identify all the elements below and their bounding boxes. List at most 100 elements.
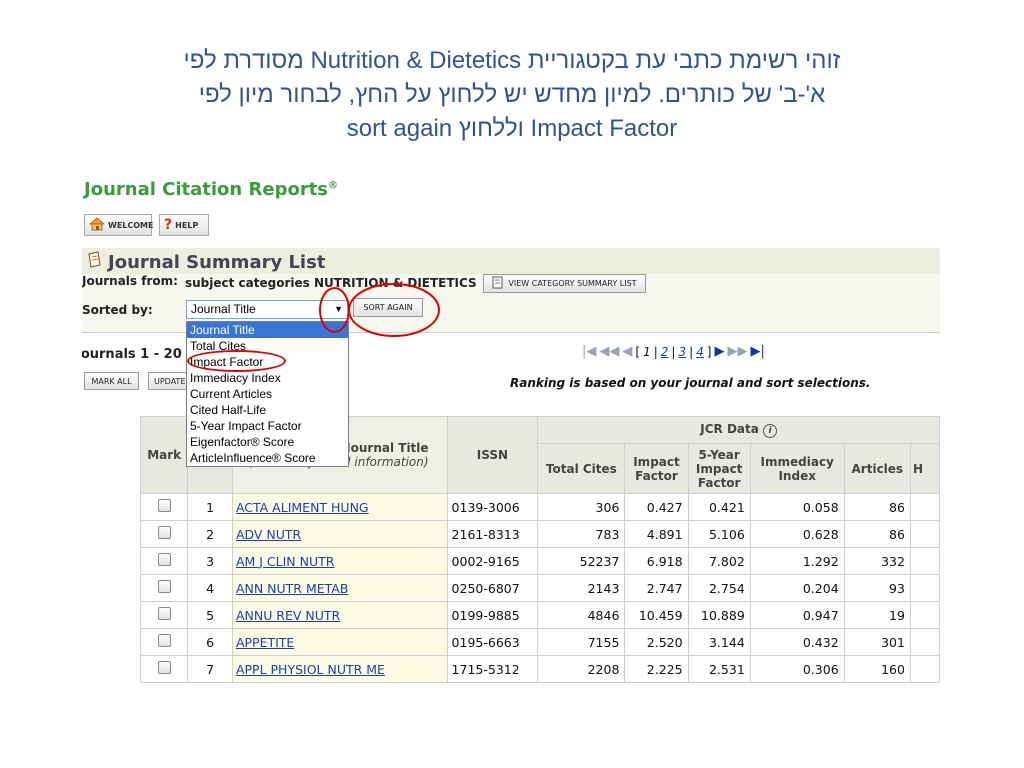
pager-link-3[interactable]: 3	[678, 345, 686, 359]
five-year-impact-factor-cell: 2.754	[687, 574, 751, 602]
jcr-title-text: Journal Citation Reports	[84, 179, 329, 200]
journal-title-link[interactable]: ACTA ALIMENT HUNG	[236, 500, 369, 515]
first-page-icon[interactable]: |◀	[582, 344, 596, 359]
immediacy-index-cell: 1.292	[749, 547, 845, 575]
sort-option[interactable]: Current Articles	[187, 386, 348, 402]
articles-header[interactable]: Articles	[843, 443, 911, 494]
rank-cell: 1	[187, 493, 233, 521]
previous-set-icon[interactable]: ◀◀	[599, 344, 619, 359]
sort-option[interactable]: 5-Year Impact Factor	[187, 418, 348, 434]
immediacy-index-cell: 0.947	[749, 601, 845, 629]
jcr-logo-title: Journal Citation Reports®	[84, 179, 338, 200]
sorted-by-label: Sorted by:	[82, 303, 153, 317]
impact-factor-header[interactable]: Impact Factor	[624, 443, 689, 494]
mark-checkbox[interactable]	[157, 661, 171, 674]
table-row: 7 APPL PHYSIOL NUTR ME 1715-5312 2208 2.225 2…	[139, 655, 940, 683]
mark-cell	[139, 493, 189, 521]
slide-title-line-2: א'-ב' של כותרים. למיון מחדש יש ללחוץ על …	[198, 81, 826, 108]
sort-option[interactable]: ArticleInfluence® Score	[187, 450, 348, 466]
articles-cell: 301	[843, 628, 911, 656]
sort-option[interactable]: Eigenfactor® Score	[187, 434, 348, 450]
pager-link-2[interactable]: 2	[661, 345, 669, 359]
next-page-icon[interactable]: ▶	[714, 344, 724, 359]
table-row: 6 APPETITE 0195-6663 7155 2.520 3.144 0.432 301	[139, 628, 940, 656]
rank-cell: 3	[187, 547, 233, 575]
total-cites-cell: 783	[537, 520, 626, 548]
ranking-note: Ranking is based on your journal and sor…	[510, 376, 871, 390]
mark-cell	[139, 601, 189, 629]
mark-checkbox[interactable]	[157, 607, 171, 620]
table-row: 1 ACTA ALIMENT HUNG 0139-3006 306 0.427 0.421…	[139, 493, 940, 521]
impact-factor-cell: 2.747	[624, 574, 689, 602]
table-row: 3 AM J CLIN NUTR 0002-9165 52237 6.918 7.802 1…	[139, 547, 940, 575]
five-year-impact-factor-cell: 0.421	[687, 493, 751, 521]
immediacy-index-cell: 0.306	[749, 655, 845, 683]
jcr-data-label: JCR Data	[700, 422, 759, 436]
articles-cell: 86	[843, 520, 911, 548]
journal-title-link[interactable]: ANNU REV NUTR	[236, 608, 340, 623]
impact-factor-cell: 10.459	[624, 601, 689, 629]
journal-title-link[interactable]: ADV NUTR	[236, 527, 301, 542]
cited-half-life-cell	[909, 547, 940, 575]
question-icon: ?	[164, 217, 173, 233]
mark-checkbox[interactable]	[157, 553, 171, 566]
slide-title-line-1: זוהי רשימת כתבי עת בקטגוריית Nutrition &…	[183, 47, 841, 74]
impact-factor-cell: 4.891	[624, 520, 689, 548]
immediacy-index-header[interactable]: Immediacy Index	[749, 443, 845, 494]
welcome-label: WELCOME	[108, 220, 154, 230]
five-year-impact-factor-cell: 7.802	[687, 547, 751, 575]
rank-cell: 2	[187, 520, 233, 548]
sort-select-value: Journal Title	[191, 302, 256, 316]
mark-cell	[139, 520, 189, 548]
mark-checkbox[interactable]	[157, 580, 171, 593]
table-row: 4 ANN NUTR METAB 0250-6807 2143 2.747 2.754 0.…	[139, 574, 940, 602]
help-button[interactable]: ? HELP	[159, 214, 209, 236]
summary-title-text: Journal Summary List	[108, 252, 326, 273]
issn-cell: 0250-6807	[446, 574, 539, 602]
previous-page-icon[interactable]: ◀	[622, 344, 632, 359]
cited-half-life-header[interactable]: H	[909, 443, 940, 494]
view-category-summary-button[interactable]: VIEW CATEGORY SUMMARY LIST	[483, 274, 646, 293]
info-icon[interactable]: i	[763, 424, 778, 438]
jcr-screenshot: Journal Citation Reports® WELCOME ? HELP…	[82, 176, 940, 686]
mark-checkbox[interactable]	[157, 526, 171, 539]
total-cites-cell: 306	[537, 493, 626, 521]
table-row: 5 ANNU REV NUTR 0199-9885 4846 10.459 10.889 0…	[139, 601, 940, 629]
rank-cell: 7	[187, 655, 233, 683]
total-cites-header[interactable]: Total Cites	[537, 443, 626, 494]
next-set-icon[interactable]: ▶▶	[727, 344, 747, 359]
issn-cell: 0139-3006	[446, 493, 539, 521]
mark-checkbox[interactable]	[157, 499, 171, 512]
journal-title-cell: ADV NUTR	[231, 520, 448, 548]
view-category-label: VIEW CATEGORY SUMMARY LIST	[508, 279, 637, 288]
slide-title-line-3: Impact Factor וללחוץ sort again	[346, 115, 678, 142]
mark-checkbox[interactable]	[157, 634, 171, 647]
pager-link-4[interactable]: 4	[696, 345, 704, 359]
journal-title-link[interactable]: APPETITE	[236, 635, 294, 650]
cited-half-life-cell	[909, 574, 940, 602]
sort-option[interactable]: Cited Half-Life	[187, 402, 348, 418]
rank-cell: 5	[187, 601, 233, 629]
mark-cell	[139, 655, 189, 683]
articles-cell: 86	[843, 493, 911, 521]
issn-cell: 0199-9885	[446, 601, 539, 629]
jcr-data-header: JCR Data i	[537, 416, 940, 444]
total-cites-cell: 7155	[537, 628, 626, 656]
journal-title-link[interactable]: APPL PHYSIOL NUTR ME	[236, 662, 385, 677]
mark-all-button[interactable]: MARK ALL	[84, 372, 139, 390]
five-year-impact-factor-cell: 2.531	[687, 655, 751, 683]
sort-option[interactable]: Immediacy Index	[187, 370, 348, 386]
dropdown-arrow-highlight	[319, 287, 350, 333]
journal-title-link[interactable]: ANN NUTR METAB	[236, 581, 349, 596]
five-year-impact-factor-header[interactable]: 5-Year Impact Factor	[687, 443, 751, 494]
mark-column-header: Mark	[139, 416, 189, 494]
journal-title-cell: APPETITE	[231, 628, 448, 656]
impact-factor-cell: 6.918	[624, 547, 689, 575]
table-row: 2 ADV NUTR 2161-8313 783 4.891 5.106 0.628 86	[139, 520, 940, 548]
journal-title-link[interactable]: AM J CLIN NUTR	[236, 554, 335, 569]
impact-factor-cell: 2.520	[624, 628, 689, 656]
immediacy-index-cell: 0.204	[749, 574, 845, 602]
total-cites-cell: 4846	[537, 601, 626, 629]
last-page-icon[interactable]: ▶|	[750, 344, 764, 359]
welcome-button[interactable]: WELCOME	[84, 214, 154, 236]
